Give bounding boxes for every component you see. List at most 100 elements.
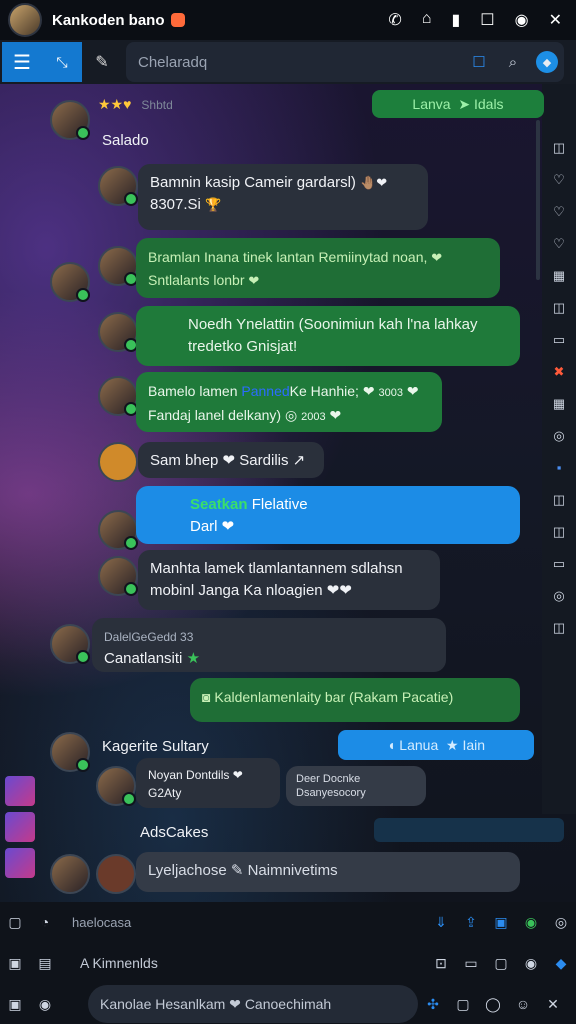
expand-icon[interactable]: ⤡ <box>42 42 82 82</box>
call-icon[interactable]: ✆ <box>388 10 401 30</box>
avatar[interactable] <box>50 854 90 894</box>
message-bubble[interactable]: Sam bhep ❤ Sardilis ↗ <box>138 442 324 478</box>
rail-icon-14[interactable]: ◎ <box>553 588 564 606</box>
chat-icon[interactable]: ◯ <box>478 996 508 1013</box>
message-bubble[interactable]: Bamelo lamen PannedKe Hanhie; ❤ 3003 ❤ F… <box>136 372 442 432</box>
rail-icon-11[interactable]: ◫ <box>553 492 565 510</box>
avatar[interactable] <box>50 624 90 664</box>
chat-icon[interactable]: ▭ <box>456 955 486 972</box>
avatar-icon[interactable]: ▣ <box>0 996 30 1013</box>
scrollbar[interactable] <box>536 120 540 280</box>
green-circle-icon[interactable]: ◉ <box>516 914 546 931</box>
text-icon[interactable]: ⊡ <box>426 955 456 972</box>
message-bubble[interactable]: Bramlan Inana tinek lantan Remiinytad no… <box>136 238 500 298</box>
square-icon[interactable]: ▢ <box>0 914 30 931</box>
app-avatar <box>8 3 42 37</box>
message-bubble[interactable]: DalelGeGedd 33 Canatlansiti ★ <box>92 618 446 672</box>
apps-icon[interactable]: ✣ <box>418 996 448 1013</box>
message-bubble[interactable]: Noedh Ynelattin (Soonimiun kah l'na lahk… <box>136 306 520 366</box>
search-bar[interactable]: Chelaradq ☐ ⌕ ◆ <box>126 42 564 82</box>
thumbnail[interactable] <box>5 812 35 842</box>
message-bubble[interactable]: Manhta lamek tlamlantannem sdlahsn mobin… <box>138 550 440 610</box>
menu-icon[interactable]: ☰ <box>2 42 42 82</box>
globe-icon[interactable]: ◆ <box>546 955 576 972</box>
rail-icon-9[interactable]: ◎ <box>553 428 564 446</box>
mic-icon[interactable]: ⇓ <box>426 914 456 931</box>
app-header: ☰ ⤡ ✎ Chelaradq ☐ ⌕ ◆ <box>0 40 576 84</box>
rail-icon-alert[interactable]: ✖ <box>554 364 565 382</box>
profile-icon[interactable]: ◉ <box>30 996 60 1013</box>
rail-icon-1[interactable]: ◫ <box>553 140 565 158</box>
rail-icon-13[interactable]: ▭ <box>553 556 565 574</box>
rail-icon-5[interactable]: ▦ <box>553 268 565 286</box>
secondary-toolbar: ▣ ▤ A Kimnenlds ⊡ ▭ ▢ ◉ ◆ <box>0 942 576 984</box>
top-pill[interactable]: Lanva ➤ Idals <box>372 90 544 118</box>
rail-icon-12[interactable]: ◫ <box>553 524 565 542</box>
sender-name: Kagerite Sultary <box>102 738 209 755</box>
avatar[interactable] <box>98 312 138 352</box>
signal-icon: ▮ <box>451 12 461 29</box>
rail-icon-2[interactable]: ♡ <box>553 172 565 190</box>
emoji-icon[interactable]: ☺ <box>508 996 538 1012</box>
message-bubble[interactable]: Bamnin kasip Cameir gardarsl) 🤚🏽❤ 8307.S… <box>138 164 428 230</box>
avatar[interactable] <box>50 732 90 772</box>
avatar[interactable] <box>98 166 138 206</box>
bookmark-icon[interactable]: ▢ <box>486 955 516 972</box>
avatar[interactable] <box>98 246 138 286</box>
list-icon[interactable]: ▤ <box>30 955 60 972</box>
search-icon[interactable]: ⌕ <box>496 54 530 71</box>
rail-icon-7[interactable]: ▭ <box>553 332 565 350</box>
message-bubble[interactable]: Noyan Dontdils ❤ G2Aty <box>136 758 280 808</box>
thumbnail[interactable] <box>5 776 35 806</box>
avatar[interactable] <box>50 262 90 302</box>
avatar-icon[interactable]: ▣ <box>0 955 30 972</box>
avatar[interactable] <box>98 442 138 482</box>
avatar[interactable] <box>96 854 136 894</box>
avatar[interactable] <box>98 510 138 550</box>
search-input[interactable]: Chelaradq <box>138 54 462 71</box>
record-icon[interactable]: ◉ <box>516 955 546 972</box>
rail-icon-15[interactable]: ◫ <box>553 620 565 638</box>
message-input[interactable]: Kanolae Hesanlkam ❤ Canoechimah <box>88 985 418 1023</box>
record-icon[interactable]: ◎ <box>546 914 576 931</box>
rail-icon-6[interactable]: ◫ <box>553 300 565 318</box>
thumbnail[interactable] <box>5 848 35 878</box>
avatar[interactable] <box>96 766 136 806</box>
salado-label: Salado <box>102 132 149 149</box>
square-blue-icon[interactable]: ▣ <box>486 914 516 931</box>
rail-icon-3[interactable]: ♡ <box>553 204 565 222</box>
rail-icon-10[interactable]: ▪ <box>557 460 562 478</box>
left-thumbnails <box>0 770 40 910</box>
message-bubble[interactable]: Deer Docnke Dsanyesocory <box>286 766 426 806</box>
square-icon[interactable]: ▢ <box>448 996 478 1013</box>
blue-placeholder-bar <box>374 818 564 842</box>
share-icon[interactable]: ⇪ <box>456 914 486 931</box>
close-icon[interactable]: ✕ <box>549 10 562 30</box>
composer-row: ▣ ◉ Kanolae Hesanlkam ❤ Canoechimah ✣ ▢ … <box>0 984 576 1024</box>
compose-icon[interactable]: ☐ <box>462 53 496 71</box>
message-bubble[interactable]: Seatkan Flelative Darl ❤ <box>136 486 520 544</box>
toolbar-label: haelocasa <box>72 914 132 930</box>
rail-icon-4[interactable]: ♡ <box>553 236 565 254</box>
avatar[interactable] <box>98 376 138 416</box>
right-rail: ◫ ♡ ♡ ♡ ▦ ◫ ▭ ✖ ▦ ◎ ▪ ◫ ◫ ▭ ◎ ◫ <box>542 84 576 814</box>
close-icon[interactable]: ✕ <box>538 996 568 1013</box>
message-bubble[interactable]: ◙ Kaldenlamenlaity bar (Rakam Pacatie) <box>190 678 520 722</box>
notification-badge <box>170 13 185 27</box>
status-bar: Kankoden bano ✆ ⌂ ▮ ☐ ◉ ✕ <box>0 0 576 40</box>
subheading: AdsCakes <box>140 824 209 841</box>
tool-icon[interactable]: ✎ <box>82 52 122 72</box>
clock-icon[interactable]: ◔ <box>30 914 60 930</box>
rail-icon-8[interactable]: ▦ <box>553 396 565 414</box>
home-icon[interactable]: ⌂ <box>422 10 432 30</box>
app-title: Kankoden bano <box>52 11 165 29</box>
rating-stars: ★★♥ Shbtd <box>98 96 173 112</box>
message-bubble[interactable]: Lyeljachose ✎ Naimnivetims <box>136 852 520 892</box>
square-icon[interactable]: ☐ <box>480 10 494 30</box>
comment-label: A Kimnenlds <box>80 955 158 971</box>
avatar[interactable] <box>50 100 90 140</box>
record-icon[interactable]: ◉ <box>515 10 529 30</box>
avatar[interactable] <box>98 556 138 596</box>
globe-icon[interactable]: ◆ <box>536 51 558 73</box>
blue-pill[interactable]: ◖ Lanua ★ Iain <box>338 730 534 760</box>
